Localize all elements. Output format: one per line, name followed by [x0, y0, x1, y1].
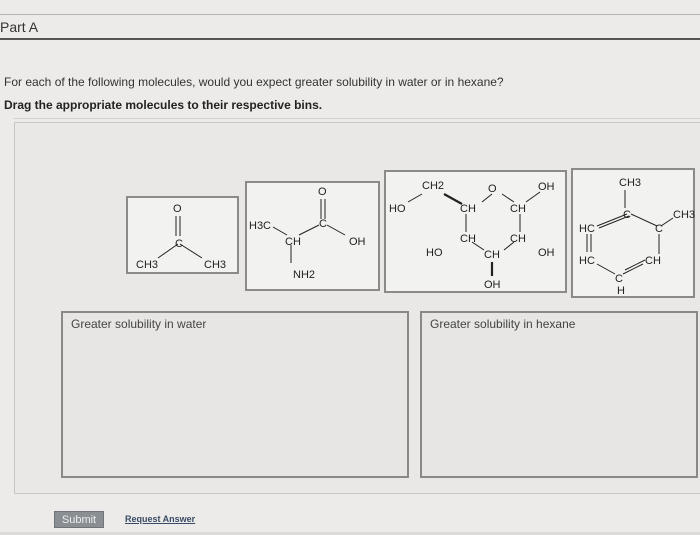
atom-o: O — [173, 203, 182, 215]
top-divider — [0, 14, 700, 15]
atom-nh2: NH2 — [293, 269, 315, 281]
request-answer-link[interactable]: Request Answer — [125, 514, 195, 524]
atom-hc-upper: HC — [579, 223, 595, 235]
atom-h3c: H3C — [249, 220, 271, 232]
atom-ring-o: O — [488, 183, 497, 195]
atom-ch-3: CH — [460, 233, 476, 245]
atom-c: C — [175, 238, 183, 250]
atom-ch-5: CH — [484, 249, 500, 261]
atom-ch2: CH2 — [422, 180, 444, 192]
glucose-structure: CH2 O OH HO CH CH CH CH HO CH OH OH — [389, 180, 555, 291]
atom-ch-1: CH — [460, 203, 476, 215]
atom-oh-right: OH — [538, 247, 555, 259]
atom-o: O — [318, 186, 327, 198]
atom-hc-lower: HC — [579, 255, 595, 267]
atom-ch3-right: CH3 — [204, 259, 226, 271]
atom-c-right: C — [655, 223, 663, 235]
question-text: For each of the following molecules, wou… — [4, 75, 504, 89]
alanine-structure: O H3C C CH OH NH2 — [249, 186, 366, 281]
atom-ho-bottom: HO — [426, 247, 443, 259]
atom-ch-4: CH — [510, 233, 526, 245]
molecule-card-glucose[interactable]: CH2 O OH HO CH CH CH CH HO CH OH OH — [384, 170, 567, 293]
panel-divider — [14, 118, 700, 119]
bin-water[interactable]: Greater solubility in water — [61, 311, 409, 478]
atom-c-top: C — [623, 209, 631, 221]
part-divider — [0, 38, 700, 40]
instruction-text: Drag the appropriate molecules to their … — [4, 98, 323, 112]
submit-button[interactable]: Submit — [54, 511, 104, 528]
atom-oh-top: OH — [538, 181, 555, 193]
toluene-structure: CH3 C CH3 HC C HC CH C H — [579, 177, 695, 297]
atom-ho-left: HO — [389, 203, 406, 215]
molecule-card-toluene[interactable]: CH3 C CH3 HC C HC CH C H — [571, 168, 695, 298]
atom-ch3-right: CH3 — [673, 209, 695, 221]
atom-oh-bottom: OH — [484, 279, 501, 291]
atom-c: C — [319, 218, 327, 230]
atom-ch: CH — [285, 236, 301, 248]
atom-oh: OH — [349, 236, 366, 248]
molecule-card-alanine[interactable]: O H3C C CH OH NH2 — [245, 181, 380, 291]
atom-ch3-left: CH3 — [136, 259, 158, 271]
acetone-structure: O C CH3 CH3 — [136, 203, 226, 271]
bin-water-label: Greater solubility in water — [71, 317, 207, 331]
atom-ch-2: CH — [510, 203, 526, 215]
atom-ch3-top: CH3 — [619, 177, 641, 189]
atom-ch-right: CH — [645, 255, 661, 267]
bin-hexane-label: Greater solubility in hexane — [430, 317, 576, 331]
atom-c-bottom: C — [615, 273, 623, 285]
part-title: Part A — [0, 19, 39, 35]
atom-h-bottom: H — [617, 285, 625, 297]
molecule-card-acetone[interactable]: O C CH3 CH3 — [126, 196, 239, 274]
bin-hexane[interactable]: Greater solubility in hexane — [420, 311, 698, 478]
